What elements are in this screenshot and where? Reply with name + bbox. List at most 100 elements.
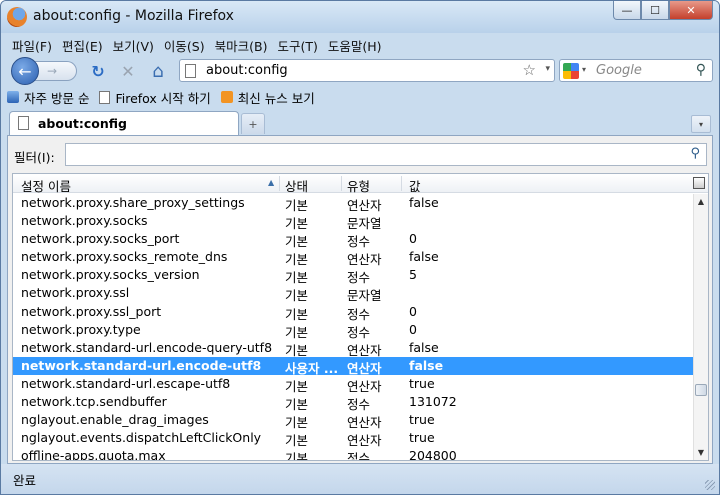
back-button[interactable]: ← bbox=[11, 57, 39, 85]
window-title: about:config - Mozilla Firefox bbox=[33, 8, 234, 24]
menu-go[interactable]: 이동(S) bbox=[159, 36, 210, 55]
pref-type: 정수 bbox=[347, 451, 371, 460]
status-text: 완료 bbox=[13, 473, 37, 488]
title-bar: about:config - Mozilla Firefox — ☐ ✕ bbox=[1, 1, 719, 33]
browser-window: about:config - Mozilla Firefox — ☐ ✕ 파일(… bbox=[0, 0, 720, 495]
column-header-status[interactable]: 상태 bbox=[285, 176, 308, 195]
scroll-down-icon[interactable]: ▼ bbox=[694, 445, 708, 460]
minimize-button[interactable]: — bbox=[613, 1, 641, 20]
column-separator[interactable] bbox=[279, 176, 280, 191]
pref-name: network.standard-url.encode-query-utf8 bbox=[21, 339, 273, 355]
menu-view[interactable]: 보기(V) bbox=[108, 36, 159, 55]
tab-list-button[interactable]: ▾ bbox=[691, 115, 711, 133]
menu-tools[interactable]: 도구(T) bbox=[272, 36, 322, 55]
reload-icon[interactable]: ↻ bbox=[87, 61, 109, 81]
column-separator[interactable] bbox=[401, 176, 402, 191]
preferences-tree[interactable]: 설정 이름 ▲ 상태 유형 값 network.proxy.share_prox… bbox=[12, 173, 709, 461]
about-config-page: 필터(I): ⚲ 설정 이름 ▲ 상태 유형 값 network.proxy.s… bbox=[7, 135, 713, 464]
forward-arrow-icon: → bbox=[47, 64, 58, 78]
sort-ascending-icon: ▲ bbox=[268, 178, 275, 187]
navigation-toolbar: → ← ↻ ✕ ⌂ about:config ☆ ▾ ▾ Google ⚲ bbox=[7, 56, 713, 86]
scroll-up-icon[interactable]: ▲ bbox=[694, 194, 708, 209]
vertical-scrollbar[interactable]: ▲ ▼ bbox=[693, 194, 708, 460]
search-input[interactable]: Google bbox=[596, 63, 642, 78]
url-text[interactable]: about:config bbox=[206, 63, 288, 78]
pref-name: network.standard-url.escape-utf8 bbox=[21, 375, 231, 391]
bookmark-most-visited[interactable]: 자주 방문 순 bbox=[7, 88, 89, 107]
pref-value: true bbox=[409, 412, 435, 428]
preference-rows: network.proxy.share_proxy_settings 기본 연산자 f… bbox=[13, 194, 693, 460]
pref-name: network.standard-url.encode-utf8 bbox=[21, 357, 262, 373]
maximize-button[interactable]: ☐ bbox=[641, 1, 669, 20]
page-icon bbox=[185, 64, 196, 78]
menu-help[interactable]: 도움말(H) bbox=[323, 36, 387, 55]
bookmark-label: 최신 뉴스 보기 bbox=[237, 90, 315, 106]
url-bar[interactable]: about:config ☆ ▾ bbox=[179, 59, 555, 82]
close-button[interactable]: ✕ bbox=[669, 1, 713, 20]
tab-title: about:config bbox=[38, 116, 127, 131]
bookmarks-toolbar: 자주 방문 순 Firefox 시작 하기 최신 뉴스 보기 bbox=[7, 87, 713, 107]
google-engine-icon[interactable] bbox=[563, 63, 579, 79]
table-row[interactable]: network.proxy.socks_version 기본 정수 5 bbox=[13, 266, 693, 285]
resize-grip-icon[interactable] bbox=[705, 480, 715, 490]
menu-bookmarks[interactable]: 북마크(B) bbox=[210, 36, 273, 55]
table-row[interactable]: network.standard-url.encode-query-utf8 기본… bbox=[13, 339, 693, 358]
bookmark-folder-icon bbox=[7, 91, 19, 103]
filter-input[interactable]: ⚲ bbox=[65, 143, 707, 166]
pref-name: nglayout.enable_drag_images bbox=[21, 412, 209, 428]
menu-edit[interactable]: 편집(E) bbox=[57, 36, 108, 55]
forward-button[interactable]: → bbox=[35, 61, 77, 81]
search-icon[interactable]: ⚲ bbox=[696, 62, 706, 78]
table-row[interactable]: offline-apps.quota.max 기본 정수 204800 bbox=[13, 447, 693, 460]
pref-name: network.proxy.share_proxy_settings bbox=[21, 195, 245, 210]
table-row[interactable]: network.proxy.type 기본 정수 0 bbox=[13, 321, 693, 340]
stop-icon[interactable]: ✕ bbox=[117, 61, 139, 81]
new-tab-button[interactable]: + bbox=[241, 113, 265, 134]
table-row[interactable]: nglayout.enable_drag_images 기본 연산자 true bbox=[13, 411, 693, 430]
column-header-row: 설정 이름 ▲ 상태 유형 값 bbox=[13, 174, 708, 195]
table-row[interactable]: network.proxy.socks_remote_dns 기본 연산자 false bbox=[13, 248, 693, 267]
table-row[interactable]: network.tcp.sendbuffer 기본 정수 131072 bbox=[13, 393, 693, 412]
pref-name: network.proxy.socks_remote_dns bbox=[21, 249, 228, 265]
search-icon[interactable]: ⚲ bbox=[690, 146, 700, 161]
column-header-type[interactable]: 유형 bbox=[347, 176, 370, 195]
filter-row: 필터(I): ⚲ bbox=[8, 136, 712, 172]
bookmark-star-icon[interactable]: ☆ bbox=[523, 61, 536, 79]
pref-value: 0 bbox=[409, 321, 417, 337]
pref-name: network.proxy.socks_version bbox=[21, 267, 200, 283]
bookmark-latest-news[interactable]: 최신 뉴스 보기 bbox=[220, 88, 315, 107]
table-row[interactable]: network.proxy.ssl_port 기본 정수 0 bbox=[13, 303, 693, 322]
filter-label: 필터(I): bbox=[14, 150, 55, 165]
table-row-selected[interactable]: network.standard-url.encode-utf8 사용자 ... 연… bbox=[13, 356, 693, 376]
tab-about-config[interactable]: about:config bbox=[9, 111, 239, 135]
pref-name: network.proxy.ssl bbox=[21, 285, 130, 301]
bookmark-getting-started[interactable]: Firefox 시작 하기 bbox=[99, 88, 211, 107]
pref-value: true bbox=[409, 375, 435, 391]
url-dropdown-icon[interactable]: ▾ bbox=[545, 64, 550, 74]
table-row[interactable]: network.standard-url.escape-utf8 기본 연산자 tru… bbox=[13, 375, 693, 394]
pref-value: true bbox=[409, 430, 435, 446]
column-header-name[interactable]: 설정 이름 bbox=[21, 176, 71, 195]
pref-value: 131072 bbox=[409, 394, 457, 410]
pref-value: false bbox=[409, 249, 439, 265]
menu-file[interactable]: 파일(F) bbox=[7, 36, 57, 55]
pref-name: network.proxy.socks bbox=[21, 213, 148, 229]
table-row[interactable]: network.proxy.share_proxy_settings 기본 연산자 f… bbox=[13, 194, 693, 213]
scrollbar-thumb[interactable] bbox=[695, 384, 707, 396]
home-icon[interactable]: ⌂ bbox=[147, 61, 169, 82]
rss-feed-icon bbox=[220, 91, 233, 103]
column-picker-icon[interactable] bbox=[693, 177, 705, 189]
table-row[interactable]: nglayout.events.dispatchLeftClickOnly 기본 연… bbox=[13, 429, 693, 448]
engine-dropdown-icon[interactable]: ▾ bbox=[582, 65, 586, 74]
pref-value: 0 bbox=[409, 303, 417, 319]
table-row[interactable]: network.proxy.socks 기본 문자열 bbox=[13, 212, 693, 231]
pref-name: network.proxy.socks_port bbox=[21, 231, 180, 247]
pref-name: offline-apps.quota.max bbox=[21, 448, 166, 460]
table-row[interactable]: network.proxy.socks_port 기본 정수 0 bbox=[13, 230, 693, 249]
page-icon bbox=[18, 116, 29, 130]
pref-name: network.proxy.type bbox=[21, 321, 141, 337]
table-row[interactable]: network.proxy.ssl 기본 문자열 bbox=[13, 284, 693, 303]
column-header-value[interactable]: 값 bbox=[409, 176, 421, 195]
column-separator[interactable] bbox=[341, 176, 342, 191]
search-bar[interactable]: ▾ Google ⚲ bbox=[559, 59, 713, 82]
